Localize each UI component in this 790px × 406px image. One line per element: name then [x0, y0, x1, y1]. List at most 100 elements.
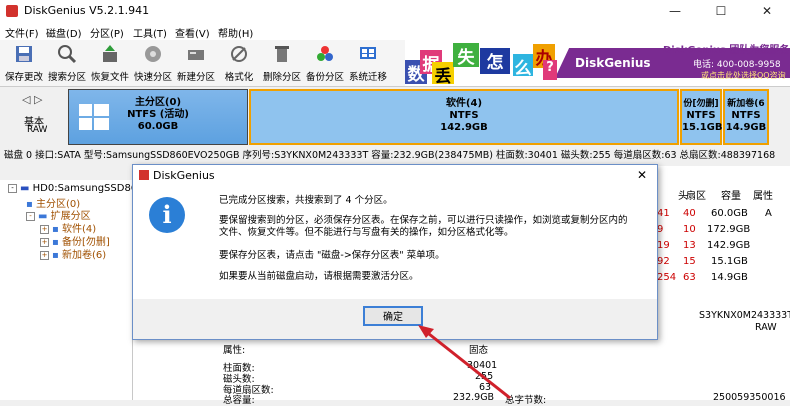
disk-nav-arrows[interactable]: ◁ ▷ — [22, 93, 42, 106]
format-icon — [231, 46, 247, 62]
delete-icon — [275, 46, 289, 62]
detail-extra-value: 250059350016 — [713, 392, 786, 403]
app-icon — [6, 5, 18, 17]
partition-size: 14.9GB — [725, 122, 767, 133]
dialog-footer: 确定 — [133, 299, 657, 339]
partition-block-primary[interactable]: 主分区(0) NTFS (活动) 60.0GB — [68, 89, 248, 145]
tree-expander[interactable]: - — [8, 183, 17, 193]
cell-sector: 10 — [683, 224, 696, 235]
column-header-attr: 属性 — [753, 191, 773, 202]
partition-block-backup[interactable]: 份[勿删] NTFS 15.1GB — [680, 89, 723, 145]
detail-serial: S3YKNX0M243333T — [699, 310, 790, 321]
partition-fs: NTFS — [731, 110, 761, 121]
menu-disk[interactable]: 磁盘(D) — [46, 25, 82, 40]
close-button[interactable]: ✕ — [744, 0, 790, 22]
banner-brand: DiskGenius — [575, 56, 651, 70]
cell-attr: A — [765, 208, 772, 219]
dialog-message: 文件、恢复文件等。但不能进行与写盘有关的操作，如分区格式化等。 — [219, 227, 514, 238]
format-button[interactable]: 格式化 — [217, 42, 261, 84]
cell-capacity: 172.9GB — [707, 224, 751, 235]
search-partition-button[interactable]: 搜索分区 — [45, 42, 89, 84]
windows-icon — [79, 104, 109, 130]
detail-style: RAW — [755, 322, 777, 333]
partition-block-new-volume[interactable]: 新加卷(6 NTFS 14.9GB — [723, 89, 769, 145]
partition-name: 新加卷(6 — [727, 99, 765, 109]
quick-partition-button[interactable]: 快速分区 — [131, 42, 175, 84]
banner-slogan: DiskGenius 团队为您服务 — [663, 45, 790, 56]
promo-banner[interactable]: 数 据 丢 失 怎 么 办 ? DiskGenius 团队为您服务 DiskGe… — [405, 40, 790, 86]
cell-head: 41 — [657, 208, 670, 219]
save-changes-button[interactable]: 保存更改 — [2, 42, 46, 84]
cell-capacity: 14.9GB — [711, 272, 748, 283]
dialog-close-button[interactable]: ✕ — [627, 165, 657, 185]
dialog-message: 要保存分区表，请点击 "磁盘->保存分区表" 菜单项。 — [219, 250, 445, 261]
search-icon — [58, 45, 77, 64]
detail-row-label: 总容量: — [223, 395, 255, 406]
title-bar: DiskGenius V5.2.1.941 — ☐ ✕ — [0, 0, 790, 22]
dialog-message: 已完成分区搜索，共搜索到了 4 个分区。 — [219, 195, 393, 206]
cell-head: 19 — [657, 240, 670, 251]
dialog-title-text: DiskGenius — [153, 169, 215, 182]
maximize-button[interactable]: ☐ — [698, 0, 744, 22]
dialog-title: DiskGenius — [139, 169, 215, 182]
backup-icon — [317, 46, 333, 61]
annotation-arrow — [418, 325, 511, 400]
disk-map: ◁ ▷ 基本 RAW 主分区(0) NTFS (活动) 60.0GB 软件(4)… — [0, 87, 790, 147]
dialog-message: 如果要从当前磁盘启动，请根据需要激活分区。 — [219, 271, 419, 282]
menu-partition[interactable]: 分区(P) — [90, 25, 124, 40]
partition-icon: ▪ — [52, 250, 62, 261]
menu-bar: 文件(F) 磁盘(D) 分区(P) 工具(T) 查看(V) 帮助(H) — [0, 22, 790, 40]
tree-node-label: 新加卷(6) — [61, 250, 107, 261]
cell-sector: 40 — [683, 208, 696, 219]
banner-char: ? — [543, 60, 557, 80]
partition-name: 软件(4) — [445, 98, 483, 109]
cell-sector: 15 — [683, 256, 696, 267]
banner-char: 失 — [453, 43, 479, 68]
disk-info-text: 磁盘 0 接口:SATA 型号:SamsungSSD860EVO250GB 序列… — [4, 150, 776, 161]
disk-tree: - ▬ HD0:SamsungSSD860 ▪ 主分区(0) - ▬ 扩展分区 + ▪… — [0, 180, 144, 400]
disk-style-label: RAW — [27, 125, 48, 135]
cell-capacity: 60.0GB — [711, 208, 748, 219]
cell-sector: 63 — [683, 272, 696, 283]
partition-block-software[interactable]: 软件(4) NTFS 142.9GB — [249, 89, 679, 145]
column-header-sector: 扇区 — [686, 191, 706, 202]
partition-size: 142.9GB — [440, 122, 488, 133]
menu-tools[interactable]: 工具(T) — [133, 25, 167, 40]
new-partition-button[interactable]: 新建分区 — [174, 42, 218, 84]
banner-phone: 电话: 400-008-9958 — [693, 60, 781, 70]
banner-char: 丢 — [432, 62, 454, 86]
cell-head: 92 — [657, 256, 670, 267]
banner-char: 怎 — [480, 48, 510, 74]
window-title: DiskGenius V5.2.1.941 — [24, 4, 150, 17]
dialog-app-icon — [139, 170, 149, 180]
search-result-dialog: DiskGenius ✕ i 已完成分区搜索，共搜索到了 4 个分区。 要保留搜… — [132, 164, 658, 340]
system-migration-label: 系统迁移 — [348, 72, 387, 83]
tree-node-label: HD0:SamsungSSD860 — [32, 183, 144, 194]
minimize-button[interactable]: — — [652, 0, 698, 22]
tree-expander[interactable]: - — [26, 211, 35, 221]
menu-view[interactable]: 查看(V) — [175, 25, 210, 40]
cell-head: 254 — [657, 272, 677, 283]
cell-capacity: 142.9GB — [707, 240, 751, 251]
system-migration-button[interactable]: 系统迁移 — [346, 42, 390, 84]
menu-file[interactable]: 文件(F) — [5, 25, 39, 40]
partition-fs: NTFS — [686, 110, 716, 121]
info-icon: i — [149, 197, 185, 233]
new-partition-icon — [188, 50, 204, 60]
cell-sector: 13 — [683, 240, 696, 251]
migrate-icon — [360, 47, 376, 59]
backup-partition-button[interactable]: 备份分区 — [303, 42, 347, 84]
recover-files-button[interactable]: 恢复文件 — [88, 42, 132, 84]
menu-help[interactable]: 帮助(H) — [218, 25, 253, 40]
save-icon — [16, 46, 32, 62]
quick-partition-icon — [145, 46, 161, 62]
tree-node-new-volume[interactable]: + ▪ 新加卷(6) — [40, 246, 106, 261]
banner-qq: 或点击此处选择QQ咨询 — [701, 71, 786, 80]
column-header-capacity: 容量 — [721, 191, 741, 202]
tree-expander[interactable]: + — [40, 250, 49, 260]
tree-node-disk[interactable]: - ▬ HD0:SamsungSSD860 — [8, 183, 144, 194]
partition-name: 份[勿删] — [683, 99, 719, 109]
delete-partition-button[interactable]: 删除分区 — [260, 42, 304, 84]
disk-icon: ▬ — [20, 183, 33, 194]
detail-attr-label: 属性: — [223, 345, 246, 356]
